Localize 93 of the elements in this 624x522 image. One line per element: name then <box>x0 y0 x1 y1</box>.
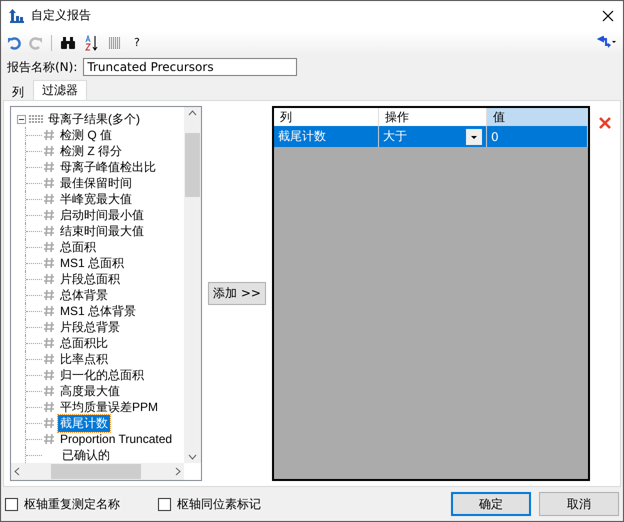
add-button[interactable]: 添加 >> <box>208 282 266 306</box>
close-icon[interactable] <box>601 8 615 23</box>
tree-line <box>25 415 43 432</box>
tree-item[interactable]: 已确认的 <box>60 446 112 464</box>
tree-line <box>25 303 43 320</box>
tree-item[interactable]: 检测 Z 得分 <box>58 142 124 160</box>
tree-line <box>25 431 43 448</box>
tree-item[interactable]: 片段总背景 <box>58 318 122 336</box>
report-name-label: 报告名称(N): <box>7 58 78 76</box>
tree-line <box>25 319 43 336</box>
tree-line <box>25 271 43 288</box>
tab[interactable]: 过滤器 <box>33 80 87 100</box>
tree-line <box>25 207 43 224</box>
cancel-button[interactable]: 取消 <box>539 492 619 516</box>
tree-item[interactable]: 检测 Q 值 <box>58 126 114 144</box>
hash-icon <box>43 161 55 174</box>
dropdown-value: 大于 <box>382 128 407 146</box>
ok-button[interactable]: 确定 <box>451 492 531 516</box>
hash-icon <box>43 209 55 222</box>
tree-item[interactable]: 总面积 <box>58 238 98 256</box>
tree-item[interactable]: 总面积比 <box>58 334 110 352</box>
hash-icon <box>43 385 55 398</box>
tree-item[interactable]: 启动时间最小值 <box>58 206 146 224</box>
checkbox-label: 枢轴重复测定名称 <box>24 496 120 513</box>
delete-icon[interactable] <box>598 116 612 130</box>
tree-item[interactable]: 截尾计数 <box>58 414 110 432</box>
tree-line <box>25 143 43 160</box>
tree-item[interactable]: 半峰宽最大值 <box>58 190 134 208</box>
sort-icon[interactable] <box>84 34 100 51</box>
scroll-thumb[interactable] <box>51 464 141 480</box>
tree-item[interactable]: 结束时间最大值 <box>58 222 146 240</box>
undo-icon[interactable] <box>7 36 21 50</box>
tree-item[interactable]: 母离子结果(多个) <box>46 110 142 128</box>
tree-item[interactable]: 总体背景 <box>58 286 110 304</box>
horizontal-scrollbar[interactable] <box>11 463 184 480</box>
table-cell: 0 <box>486 126 588 148</box>
tree-line <box>25 175 43 192</box>
tree-line <box>25 399 43 416</box>
window-title: 自定义报告 <box>31 7 92 24</box>
hash-icon <box>43 401 55 414</box>
tab[interactable]: 列 <box>3 82 33 100</box>
swap-icon[interactable] <box>597 36 617 50</box>
scroll-thumb[interactable] <box>185 133 200 198</box>
tree-item[interactable]: MS1 总面积 <box>58 254 126 272</box>
tree-item[interactable]: 片段总面积 <box>58 270 122 288</box>
hash-icon <box>43 225 55 238</box>
tree-line <box>25 127 43 144</box>
list-icon <box>29 115 43 124</box>
tree-item[interactable]: MS1 总体背景 <box>58 302 138 320</box>
tree-line <box>25 287 43 304</box>
hash-icon <box>43 433 55 446</box>
hash-icon <box>43 241 55 254</box>
table-icon[interactable] <box>108 36 122 50</box>
hash-icon <box>43 289 55 302</box>
tree-item[interactable]: 平均质量误差PPM <box>58 398 160 416</box>
hash-icon <box>43 337 55 350</box>
hash-icon <box>43 145 55 158</box>
tree-item[interactable]: 最佳保留时间 <box>58 174 134 192</box>
checkbox[interactable] <box>158 498 171 511</box>
tree-line <box>25 351 43 368</box>
hash-icon <box>43 321 55 334</box>
hash-icon <box>43 273 55 286</box>
tree-item[interactable]: 比率点积 <box>58 350 110 368</box>
tree-line <box>25 335 43 352</box>
table-cell: 截尾计数 <box>274 126 379 148</box>
checkbox[interactable] <box>5 498 18 511</box>
app-icon <box>9 8 25 24</box>
report-name-field[interactable]: Truncated Precursors <box>83 58 298 76</box>
vertical-scrollbar[interactable] <box>184 107 201 464</box>
hash-icon <box>43 417 55 430</box>
help-button[interactable]: ? <box>130 36 144 50</box>
collapse-toggle[interactable] <box>17 114 26 124</box>
tree-line <box>25 383 43 400</box>
checkbox-label: 枢轴同位素标记 <box>177 496 261 513</box>
hash-icon <box>43 353 55 366</box>
binoculars-icon[interactable] <box>60 36 76 50</box>
hash-icon <box>43 177 55 190</box>
hash-icon <box>43 257 55 270</box>
tree-item[interactable]: 高度最大值 <box>58 382 122 400</box>
hash-icon <box>43 129 55 142</box>
tree-item[interactable]: 归一化的总面积 <box>58 366 146 384</box>
tree-line <box>25 367 43 384</box>
tree-item[interactable]: 母离子峰值检出比 <box>58 158 158 176</box>
tree-line <box>25 159 43 176</box>
tree-line <box>25 191 43 208</box>
tree-line <box>25 239 43 256</box>
hash-icon <box>43 193 55 206</box>
hash-icon <box>43 305 55 318</box>
tree-line <box>25 255 43 272</box>
tree-item[interactable]: Proportion Truncated <box>58 432 174 446</box>
hash-icon <box>43 369 55 382</box>
tree-line <box>25 223 43 240</box>
table-row[interactable]: 截尾计数 大于 0 <box>274 126 588 148</box>
